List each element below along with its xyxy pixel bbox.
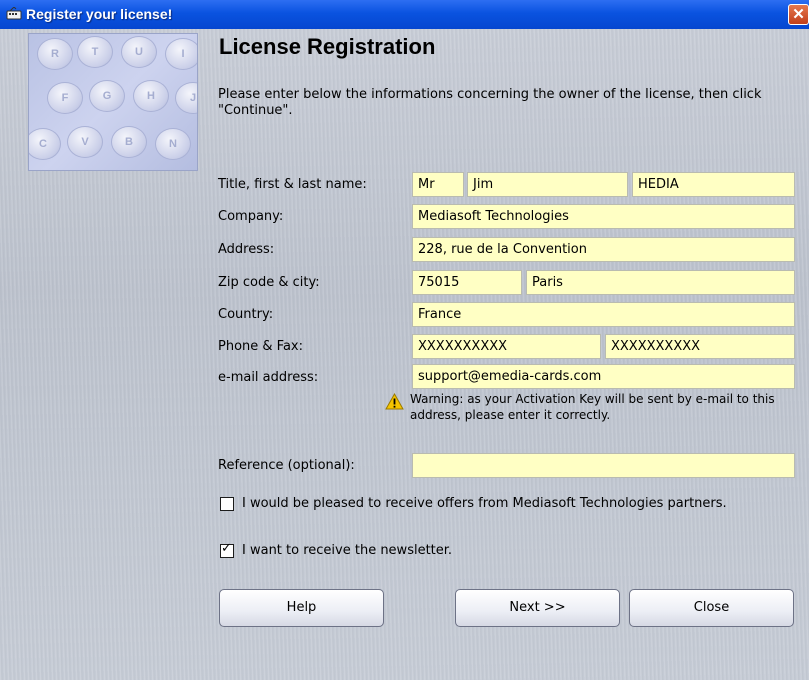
key-icon xyxy=(6,7,22,20)
typewriter-keys-image: R T U I F G H J C V B N xyxy=(28,33,198,171)
close-icon: ✕ xyxy=(792,6,805,23)
page-title: License Registration xyxy=(219,34,436,59)
window-title: Register your license! xyxy=(26,6,173,22)
name-label: Title, first & last name: xyxy=(218,177,367,192)
company-field[interactable]: Mediasoft Technologies xyxy=(412,204,795,229)
newsletter-checkbox-label[interactable]: I want to receive the newsletter. xyxy=(242,541,452,560)
address-field[interactable]: 228, rue de la Convention xyxy=(412,237,795,262)
window-close-button[interactable]: ✕ xyxy=(788,4,809,25)
phone-field[interactable]: XXXXXXXXXX xyxy=(412,334,601,359)
offers-checkbox-label[interactable]: I would be pleased to receive offers fro… xyxy=(242,494,762,513)
newsletter-checkbox[interactable] xyxy=(220,541,234,558)
reference-field[interactable] xyxy=(412,453,795,478)
banner-key: J xyxy=(175,82,197,114)
help-button[interactable]: Help xyxy=(219,589,384,627)
country-label: Country: xyxy=(218,307,274,322)
next-button[interactable]: Next >> xyxy=(455,589,620,627)
first-name-field[interactable]: Jim xyxy=(467,172,628,197)
banner-key: F xyxy=(47,82,83,114)
warning-icon xyxy=(385,393,404,410)
banner-key: C xyxy=(29,128,61,160)
fax-field[interactable]: XXXXXXXXXX xyxy=(605,334,795,359)
title-bar[interactable]: Register your license! ✕ xyxy=(0,0,809,29)
last-name-field[interactable]: HEDIA xyxy=(632,172,795,197)
register-dialog: Register your license! ✕ R T U I F G H J… xyxy=(0,0,809,680)
zip-code-field[interactable]: 75015 xyxy=(412,270,522,295)
company-label: Company: xyxy=(218,209,284,224)
city-field[interactable]: Paris xyxy=(526,270,795,295)
banner-key: B xyxy=(111,126,147,158)
address-label: Address: xyxy=(218,242,275,257)
banner-key: T xyxy=(77,36,113,68)
reference-label: Reference (optional): xyxy=(218,458,355,473)
close-button[interactable]: Close xyxy=(629,589,794,627)
banner-key: N xyxy=(155,128,191,160)
banner-key: R xyxy=(37,38,73,70)
email-field[interactable]: support@emedia-cards.com xyxy=(412,364,795,389)
banner-key: U xyxy=(121,36,157,68)
banner-key: I xyxy=(165,38,197,70)
email-warning-text: Warning: as your Activation Key will be … xyxy=(410,392,775,422)
country-field[interactable]: France xyxy=(412,302,795,327)
phonefax-label: Phone & Fax: xyxy=(218,339,303,354)
offers-checkbox[interactable] xyxy=(220,497,234,511)
zipcity-label: Zip code & city: xyxy=(218,275,320,290)
banner-key: G xyxy=(89,80,125,112)
title-field[interactable]: Mr xyxy=(412,172,464,197)
email-label: e-mail address: xyxy=(218,370,319,385)
intro-text: Please enter below the informations conc… xyxy=(218,87,762,118)
banner-key: V xyxy=(67,126,103,158)
banner-key: H xyxy=(133,80,169,112)
